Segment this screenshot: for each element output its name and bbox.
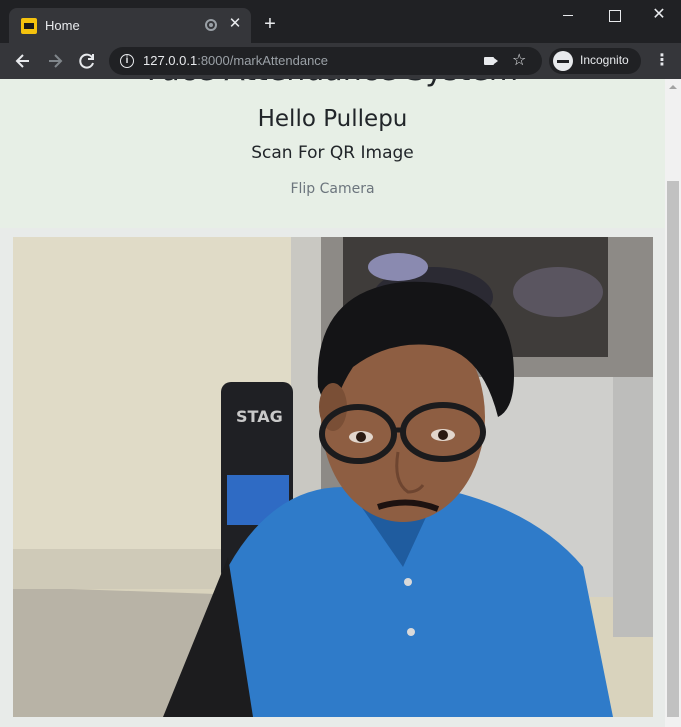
url-text[interactable]: 127.0.0.1:8000/markAttendance — [143, 53, 328, 68]
reload-icon — [79, 53, 94, 69]
kebab-menu-icon[interactable]: ⋮ — [654, 51, 670, 71]
tab-close-icon[interactable]: ✕ — [226, 14, 244, 34]
page-heading: Face Attendance System — [0, 79, 665, 88]
scroll-up-icon[interactable] — [665, 79, 681, 96]
flip-camera-link[interactable]: Flip Camera — [0, 181, 665, 197]
tab-strip: Home ✕ + ✕ — [0, 0, 681, 43]
page-header: Face Attendance System Hello Pullepu Sca… — [0, 79, 665, 228]
back-button[interactable] — [10, 48, 36, 74]
maximize-button[interactable] — [591, 0, 637, 30]
media-recording-icon — [205, 19, 217, 31]
arrow-left-icon — [15, 54, 29, 68]
window-close-button[interactable]: ✕ — [636, 0, 681, 30]
reload-button[interactable] — [74, 48, 100, 74]
webcam-frame: STAG — [13, 237, 653, 717]
scrollbar-thumb[interactable] — [667, 181, 679, 717]
info-icon[interactable]: i — [120, 54, 134, 68]
scan-instruction: Scan For QR Image — [251, 143, 414, 163]
browser-toolbar: i 127.0.0.1:8000/markAttendance ☆ Incogn… — [0, 43, 681, 79]
svg-text:STAG: STAG — [236, 407, 283, 426]
favicon-icon — [21, 18, 37, 34]
url-host: 127.0.0.1 — [143, 53, 198, 68]
forward-button[interactable] — [42, 48, 68, 74]
url-path: :8000/markAttendance — [197, 53, 329, 68]
incognito-label: Incognito — [580, 53, 629, 67]
minimize-button[interactable] — [545, 0, 591, 30]
incognito-icon — [553, 51, 573, 71]
address-bar[interactable]: i 127.0.0.1:8000/markAttendance ☆ — [109, 47, 542, 75]
tab-title: Home — [45, 18, 80, 33]
page-viewport: Face Attendance System Hello Pullepu Sca… — [0, 79, 681, 727]
arrow-right-icon — [49, 54, 63, 68]
star-icon[interactable]: ☆ — [512, 51, 526, 71]
camera-video-feed: STAG — [13, 237, 653, 717]
new-tab-button[interactable]: + — [260, 14, 280, 34]
greeting-text: Hello Pullepu — [257, 106, 408, 132]
vertical-scrollbar[interactable] — [665, 79, 681, 727]
incognito-indicator[interactable]: Incognito — [549, 48, 641, 74]
browser-tab[interactable]: Home ✕ — [9, 8, 251, 43]
camera-icon[interactable] — [484, 57, 494, 65]
